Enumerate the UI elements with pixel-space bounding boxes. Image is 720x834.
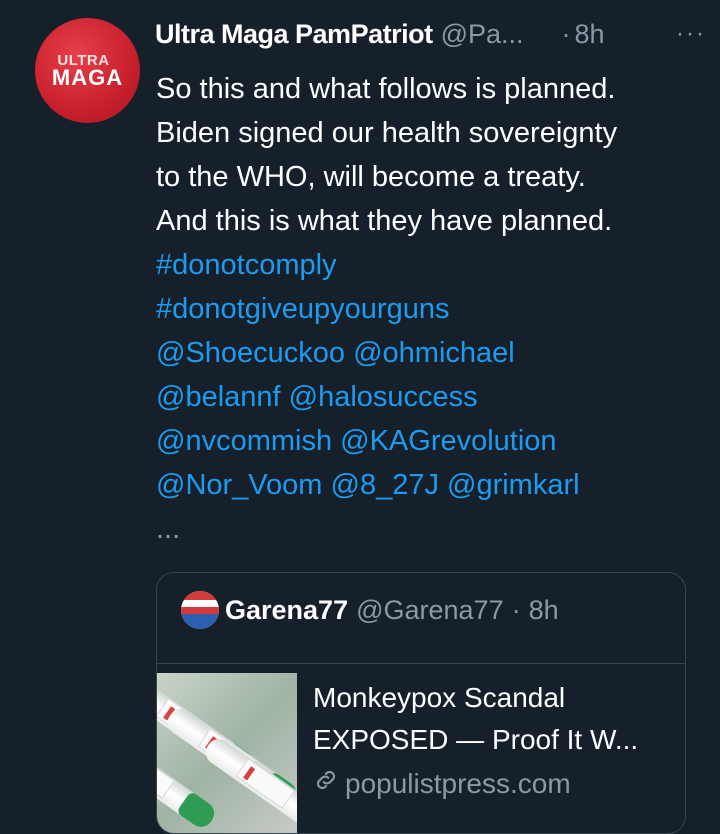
user-handle[interactable]: @Pa... — [441, 19, 524, 50]
avatar-text-bottom: MAGA — [51, 64, 124, 90]
tweet-text-line: And this is what they have planned. — [156, 205, 613, 237]
tweet-timestamp[interactable]: 8h — [575, 19, 605, 50]
link-card-title-line[interactable]: EXPOSED — Proof It W... — [313, 719, 673, 761]
tweet-text-line: So this and what follows is planned. — [156, 73, 616, 105]
show-more-ellipsis[interactable]: ... — [156, 507, 701, 551]
tweet-text-line: to the WHO, will become a treaty. — [156, 161, 586, 193]
time-separator: · — [561, 18, 571, 49]
quoted-tweet-header: Garena77 @Garena77 · 8h — [181, 591, 559, 629]
link-card-domain-text: populistpress.com — [345, 768, 571, 799]
quoted-divider — [157, 663, 685, 664]
tweet-text: So this and what follows is planned. Bid… — [156, 67, 701, 551]
link-card-domain[interactable]: populistpress.com — [313, 763, 673, 805]
mention-links[interactable]: @belannf @halosuccess — [156, 375, 701, 419]
display-name[interactable]: Ultra Maga PamPatriot — [155, 19, 433, 50]
quoted-handle[interactable]: @Garena77 — [356, 595, 504, 626]
link-card-image[interactable] — [157, 673, 297, 833]
quoted-tweet[interactable]: Garena77 @Garena77 · 8h Monkeypox Scanda… — [156, 572, 686, 834]
tweet-header: Ultra Maga PamPatriot @Pa... · 8h ··· — [155, 14, 720, 54]
hashtag-link[interactable]: #donotcomply — [156, 243, 701, 287]
tweet-text-line: Biden signed our health sovereignty — [156, 117, 618, 149]
quoted-avatar[interactable] — [181, 591, 219, 629]
mention-links[interactable]: @Nor_Voom @8_27J @grimkarl — [156, 463, 701, 507]
avatar[interactable]: ULTRA MAGA — [35, 18, 140, 123]
quoted-time-separator: · — [511, 594, 521, 625]
mention-links[interactable]: @Shoecuckoo @ohmichael — [156, 331, 701, 375]
link-card-text[interactable]: Monkeypox Scandal EXPOSED — Proof It W..… — [313, 677, 673, 805]
link-card-title-line[interactable]: Monkeypox Scandal — [313, 677, 673, 719]
mention-links[interactable]: @nvcommish @KAGrevolution — [156, 419, 701, 463]
link-icon — [313, 763, 339, 805]
hashtag-link[interactable]: #donotgiveupyourguns — [156, 287, 701, 331]
avatar-text-top: ULTRA — [57, 51, 110, 69]
more-options-icon[interactable]: ··· — [676, 20, 706, 48]
quoted-display-name[interactable]: Garena77 — [225, 595, 348, 626]
quoted-timestamp[interactable]: 8h — [529, 595, 559, 626]
